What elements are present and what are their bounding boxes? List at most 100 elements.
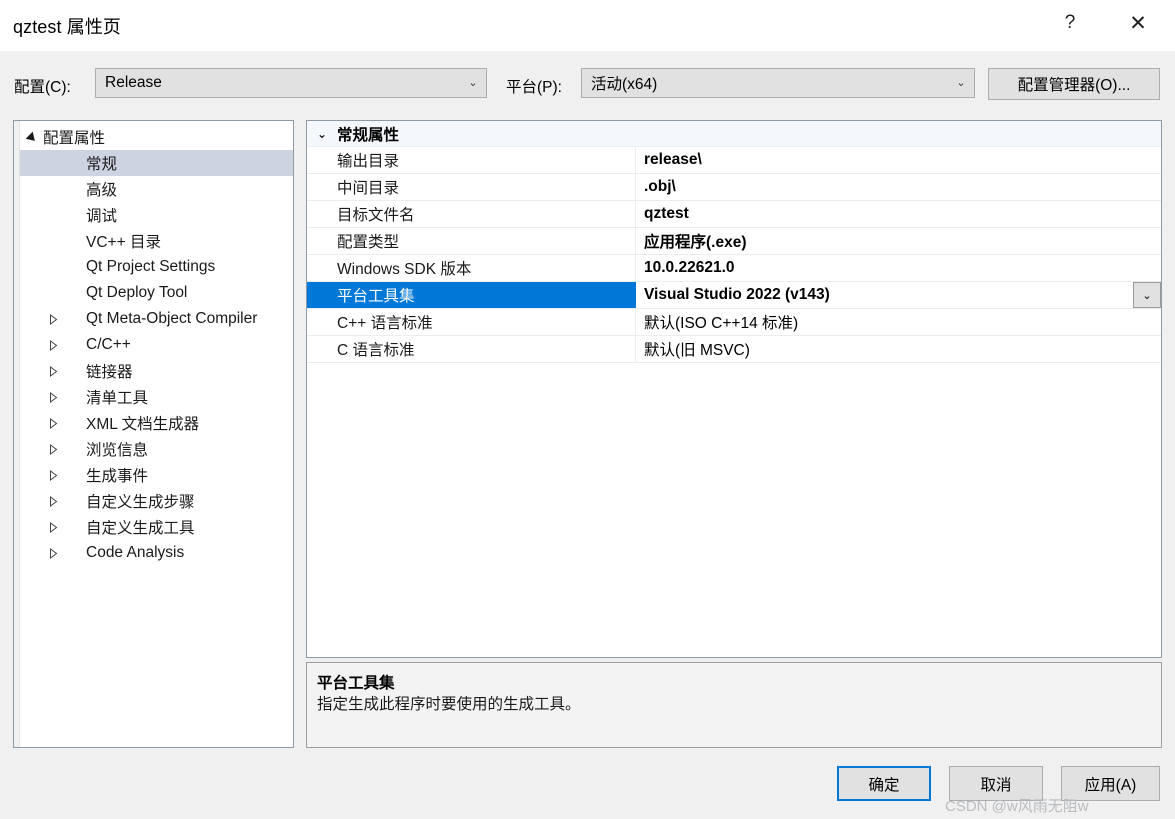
property-value-text: 默认(ISO C++14 标准) bbox=[644, 315, 799, 332]
tree-item-label: 调试 bbox=[86, 208, 118, 225]
configuration-label: 配置(C): bbox=[14, 79, 71, 96]
cancel-button-label: 取消 bbox=[980, 776, 1012, 794]
apply-button-label: 应用(A) bbox=[1084, 776, 1137, 794]
triangle-right-icon[interactable] bbox=[42, 339, 64, 351]
configuration-select[interactable]: Release ⌄ bbox=[95, 68, 487, 98]
tree-item-label: Qt Deploy Tool bbox=[86, 284, 188, 301]
tree-item-label: C/C++ bbox=[86, 336, 131, 353]
ok-button[interactable]: 确定 bbox=[837, 766, 931, 801]
page-title: qztest 属性页 bbox=[13, 17, 122, 37]
description-title: 平台工具集 bbox=[317, 675, 395, 692]
description-body: 指定生成此程序时要使用的生成工具。 bbox=[317, 696, 581, 713]
triangle-right-icon[interactable] bbox=[42, 365, 64, 377]
ok-button-label: 确定 bbox=[868, 776, 900, 794]
question-mark-icon: ? bbox=[1064, 12, 1076, 33]
tree-item-label: VC++ 目录 bbox=[86, 234, 161, 251]
property-name: C++ 语言标准 bbox=[307, 309, 636, 335]
help-button[interactable]: ? bbox=[1047, 0, 1093, 46]
cell-dropdown-button[interactable]: ⌄ bbox=[1133, 282, 1161, 308]
tree-item-label: Qt Project Settings bbox=[86, 258, 216, 275]
tree-item[interactable]: 常规 bbox=[20, 150, 293, 176]
tree-item[interactable]: 链接器 bbox=[20, 358, 293, 384]
property-name: 目标文件名 bbox=[307, 201, 636, 227]
property-row[interactable]: Windows SDK 版本 10.0.22621.0 bbox=[307, 255, 1161, 282]
property-value[interactable]: 10.0.22621.0 bbox=[636, 255, 1161, 281]
property-row[interactable]: 目标文件名 qztest bbox=[307, 201, 1161, 228]
tree-item-label: 链接器 bbox=[86, 364, 133, 381]
apply-button[interactable]: 应用(A) bbox=[1061, 766, 1160, 801]
tree-item[interactable]: 配置属性 bbox=[20, 124, 293, 150]
triangle-right-icon[interactable] bbox=[42, 443, 64, 455]
tree-item-label: 生成事件 bbox=[86, 468, 149, 485]
property-row[interactable]: C++ 语言标准 默认(ISO C++14 标准) bbox=[307, 309, 1161, 336]
tree-item-label: Code Analysis bbox=[86, 544, 185, 561]
title-bar: qztest 属性页 ? ✕ bbox=[0, 0, 1175, 52]
close-button[interactable]: ✕ bbox=[1115, 0, 1161, 46]
triangle-right-icon[interactable] bbox=[42, 547, 64, 559]
property-row[interactable]: C 语言标准 默认(旧 MSVC) bbox=[307, 336, 1161, 363]
tree-item[interactable]: Qt Deploy Tool bbox=[20, 280, 293, 306]
triangle-right-icon[interactable] bbox=[42, 521, 64, 533]
property-row[interactable]: 配置类型 应用程序(.exe) bbox=[307, 228, 1161, 255]
property-row[interactable]: 中间目录 .obj\ bbox=[307, 174, 1161, 201]
configuration-select-value: Release bbox=[105, 74, 162, 91]
triangle-right-icon[interactable] bbox=[42, 313, 64, 325]
property-group-header[interactable]: ⌄ 常规属性 bbox=[307, 121, 1161, 147]
tree-item-label: 高级 bbox=[86, 182, 118, 199]
property-value[interactable]: qztest bbox=[636, 201, 1161, 227]
platform-select[interactable]: 活动(x64) ⌄ bbox=[581, 68, 975, 98]
chevron-down-icon: ⌄ bbox=[1142, 289, 1152, 302]
configuration-manager-label: 配置管理器(O)... bbox=[1017, 77, 1131, 94]
tree-item[interactable]: Qt Project Settings bbox=[20, 254, 293, 280]
property-value[interactable]: release\ bbox=[636, 147, 1161, 173]
triangle-right-icon[interactable] bbox=[42, 469, 64, 481]
property-value[interactable]: 默认(旧 MSVC) bbox=[636, 336, 1161, 362]
tree-item-label: 常规 bbox=[86, 156, 118, 173]
tree-item[interactable]: Qt Meta-Object Compiler bbox=[20, 306, 293, 332]
triangle-right-icon[interactable] bbox=[42, 417, 64, 429]
property-row[interactable]: 平台工具集 Visual Studio 2022 (v143) ⌄ bbox=[307, 282, 1161, 309]
tree-item-label: 清单工具 bbox=[86, 390, 149, 407]
property-value[interactable]: 应用程序(.exe) bbox=[636, 228, 1161, 254]
tree-item-label: Qt Meta-Object Compiler bbox=[86, 310, 258, 327]
property-value-text: 默认(旧 MSVC) bbox=[644, 342, 750, 359]
tree-item-label: 自定义生成步骤 bbox=[86, 494, 195, 511]
property-value[interactable]: 默认(ISO C++14 标准) bbox=[636, 309, 1161, 335]
cancel-button[interactable]: 取消 bbox=[949, 766, 1043, 801]
property-name: 中间目录 bbox=[307, 174, 636, 200]
property-value[interactable]: .obj\ bbox=[636, 174, 1161, 200]
triangle-down-icon[interactable] bbox=[20, 131, 42, 145]
property-value-text: .obj\ bbox=[644, 178, 676, 195]
tree-item[interactable]: 自定义生成工具 bbox=[20, 514, 293, 540]
property-value-text: Visual Studio 2022 (v143) bbox=[644, 286, 830, 303]
close-icon: ✕ bbox=[1129, 11, 1147, 35]
tree-item-label: 配置属性 bbox=[43, 130, 106, 147]
triangle-right-icon[interactable] bbox=[42, 495, 64, 507]
property-value-text: 应用程序(.exe) bbox=[644, 234, 747, 251]
tree-item-label: 浏览信息 bbox=[86, 442, 149, 459]
tree-item[interactable]: 自定义生成步骤 bbox=[20, 488, 293, 514]
property-group-label: 常规属性 bbox=[337, 126, 400, 144]
tree-item[interactable]: 调试 bbox=[20, 202, 293, 228]
tree-item[interactable]: XML 文档生成器 bbox=[20, 410, 293, 436]
tree-item[interactable]: 浏览信息 bbox=[20, 436, 293, 462]
platform-select-value: 活动(x64) bbox=[591, 76, 658, 93]
tree-item[interactable]: C/C++ bbox=[20, 332, 293, 358]
chevron-down-icon: ⌄ bbox=[956, 76, 966, 89]
triangle-right-icon[interactable] bbox=[42, 391, 64, 403]
property-name: 平台工具集 bbox=[307, 282, 636, 308]
tree-item-label: XML 文档生成器 bbox=[86, 416, 200, 433]
property-value[interactable]: Visual Studio 2022 (v143) ⌄ bbox=[636, 282, 1161, 308]
tree-item[interactable]: VC++ 目录 bbox=[20, 228, 293, 254]
property-name: 输出目录 bbox=[307, 147, 636, 173]
tree-item[interactable]: 高级 bbox=[20, 176, 293, 202]
property-value-text: 10.0.22621.0 bbox=[644, 259, 735, 276]
configuration-manager-button[interactable]: 配置管理器(O)... bbox=[988, 68, 1160, 100]
tree-item[interactable]: Code Analysis bbox=[20, 540, 293, 566]
chevron-down-icon: ⌄ bbox=[316, 126, 328, 141]
property-row[interactable]: 输出目录 release\ bbox=[307, 147, 1161, 174]
tree-list: 配置属性常规高级调试 VC++ 目录 Qt Project Settings Qt D… bbox=[20, 124, 293, 566]
tree-item[interactable]: 生成事件 bbox=[20, 462, 293, 488]
properties-dialog: qztest 属性页 ? ✕ 配置(C): Release ⌄ 平台(P): 活… bbox=[0, 0, 1175, 819]
tree-item[interactable]: 清单工具 bbox=[20, 384, 293, 410]
